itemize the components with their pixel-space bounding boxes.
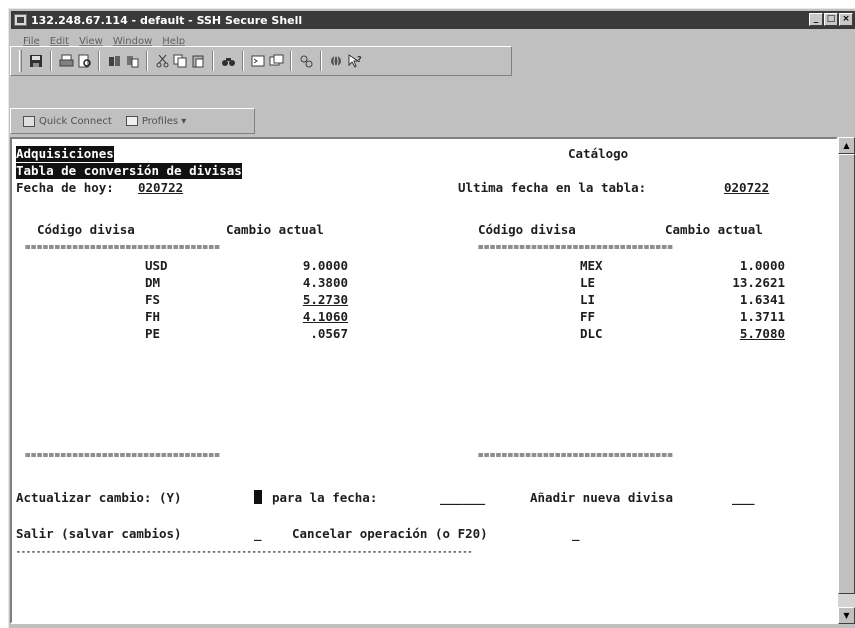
quick-connect-button[interactable]: Quick Connect — [39, 116, 112, 127]
ultima-fecha-value: 020722 — [724, 180, 770, 195]
new-terminal-icon[interactable] — [250, 53, 266, 69]
toolbar-grip[interactable] — [19, 50, 22, 72]
toolbar-separator — [290, 51, 292, 71]
window-controls: _ □ × — [809, 13, 853, 26]
ultima-fecha-label: Ultima fecha en la tabla: — [458, 180, 647, 195]
right-row-3-rate[interactable]: 1.6341 — [695, 292, 785, 308]
copy2-icon[interactable] — [172, 53, 188, 69]
actualizar-label: Actualizar cambio: (Y) — [16, 490, 182, 505]
right-row-2-rate[interactable]: 13.2621 — [695, 275, 785, 291]
right-row-5-code: DLC — [580, 326, 603, 341]
scroll-thumb[interactable] — [838, 154, 855, 594]
actualizar-input[interactable] — [254, 490, 262, 506]
left-bottom-separator: ================================= — [25, 451, 221, 461]
copy-icon[interactable] — [106, 53, 122, 69]
left-row-3-code: FS — [145, 292, 161, 307]
para-fecha-label: para la fecha: — [272, 490, 378, 505]
close-button[interactable]: × — [839, 13, 853, 26]
right-row-4-rate[interactable]: 1.3711 — [695, 309, 785, 325]
left-row-3-rate[interactable]: 5.2730 — [258, 292, 348, 308]
profiles-icon[interactable] — [125, 116, 138, 126]
text-cursor — [254, 490, 262, 504]
save-icon[interactable] — [28, 53, 44, 69]
toolbar: ? — [10, 46, 512, 76]
toolbar-separator — [98, 51, 100, 71]
salir-input[interactable]: _ — [254, 526, 262, 542]
header-adquisiciones: Adquisiciones — [16, 146, 114, 162]
anadir-divisa-input[interactable]: ___ — [732, 490, 755, 506]
paste2-icon[interactable] — [190, 53, 206, 69]
right-row-4-code: FF — [580, 309, 596, 324]
svg-text:?: ? — [357, 55, 362, 64]
paste-icon[interactable] — [124, 53, 140, 69]
help-icon[interactable]: ? — [346, 53, 362, 69]
settings-icon[interactable] — [298, 53, 314, 69]
right-row-1-code: MEX — [580, 258, 603, 273]
fecha-label: Fecha de hoy: — [16, 180, 114, 195]
profiles-button[interactable]: Profiles ▾ — [142, 116, 187, 127]
anadir-divisa-label: Añadir nueva divisa — [530, 490, 673, 505]
left-col-codigo-header: Código divisa — [37, 222, 135, 237]
right-row-1-rate[interactable]: 1.0000 — [695, 258, 785, 274]
maximize-button[interactable]: □ — [824, 13, 838, 26]
cancelar-label: Cancelar operación (o F20) — [292, 526, 488, 541]
left-top-separator: ================================= — [25, 243, 221, 253]
cancelar-input[interactable]: _ — [572, 526, 580, 542]
left-col-cambio-header: Cambio actual — [226, 222, 324, 237]
left-row-5-code: PE — [145, 326, 161, 341]
vertical-scrollbar[interactable]: ▲ ▼ — [838, 137, 855, 624]
left-row-1-code: USD — [145, 258, 168, 273]
find-icon[interactable] — [220, 53, 236, 69]
globe-icon[interactable] — [328, 53, 344, 69]
para-fecha-input[interactable]: ______ — [440, 490, 485, 506]
left-row-5-rate[interactable]: .0567 — [258, 326, 348, 342]
scroll-down-arrow-icon[interactable]: ▼ — [838, 607, 855, 624]
left-row-2-rate[interactable]: 4.3800 — [258, 275, 348, 291]
title-bar[interactable]: 132.248.67.114 - default - SSH Secure Sh… — [11, 11, 855, 29]
left-row-2-code: DM — [145, 275, 161, 290]
toolbar-separator — [50, 51, 52, 71]
bottom-separator: ----------------------------------------… — [16, 547, 473, 556]
salir-label: Salir (salvar cambios) — [16, 526, 182, 541]
right-top-separator: ================================= — [478, 243, 674, 253]
fecha-value: 020722 — [138, 180, 184, 195]
right-col-codigo-header: Código divisa — [478, 222, 576, 237]
header-catalogo: Catálogo — [568, 146, 629, 161]
print-icon[interactable] — [58, 53, 74, 69]
right-row-5-rate[interactable]: 5.7080 — [695, 326, 785, 342]
quick-connect-bar: Quick Connect Profiles ▾ — [10, 108, 255, 134]
left-row-4-rate[interactable]: 4.1060 — [258, 309, 348, 325]
toolbar-separator — [320, 51, 322, 71]
toolbar-separator — [242, 51, 244, 71]
minimize-button[interactable]: _ — [809, 13, 823, 26]
right-col-cambio-header: Cambio actual — [665, 222, 763, 237]
right-bottom-separator: ================================= — [478, 451, 674, 461]
screen-subtitle: Tabla de conversión de divisas — [16, 163, 242, 179]
ssh-app-icon — [14, 14, 27, 26]
scroll-up-arrow-icon[interactable]: ▲ — [838, 137, 855, 154]
right-row-2-code: LE — [580, 275, 596, 290]
print-preview-icon[interactable] — [76, 53, 92, 69]
left-row-1-rate[interactable]: 9.0000 — [258, 258, 348, 274]
toolbar-separator — [146, 51, 148, 71]
quick-connect-icon[interactable] — [23, 115, 35, 127]
toolbar-separator — [212, 51, 214, 71]
right-row-3-code: LI — [580, 292, 596, 307]
window-title: 132.248.67.114 - default - SSH Secure Sh… — [31, 13, 303, 27]
file-transfer-icon[interactable] — [268, 53, 284, 69]
left-row-4-code: FH — [145, 309, 161, 324]
cut-icon[interactable] — [154, 53, 170, 69]
